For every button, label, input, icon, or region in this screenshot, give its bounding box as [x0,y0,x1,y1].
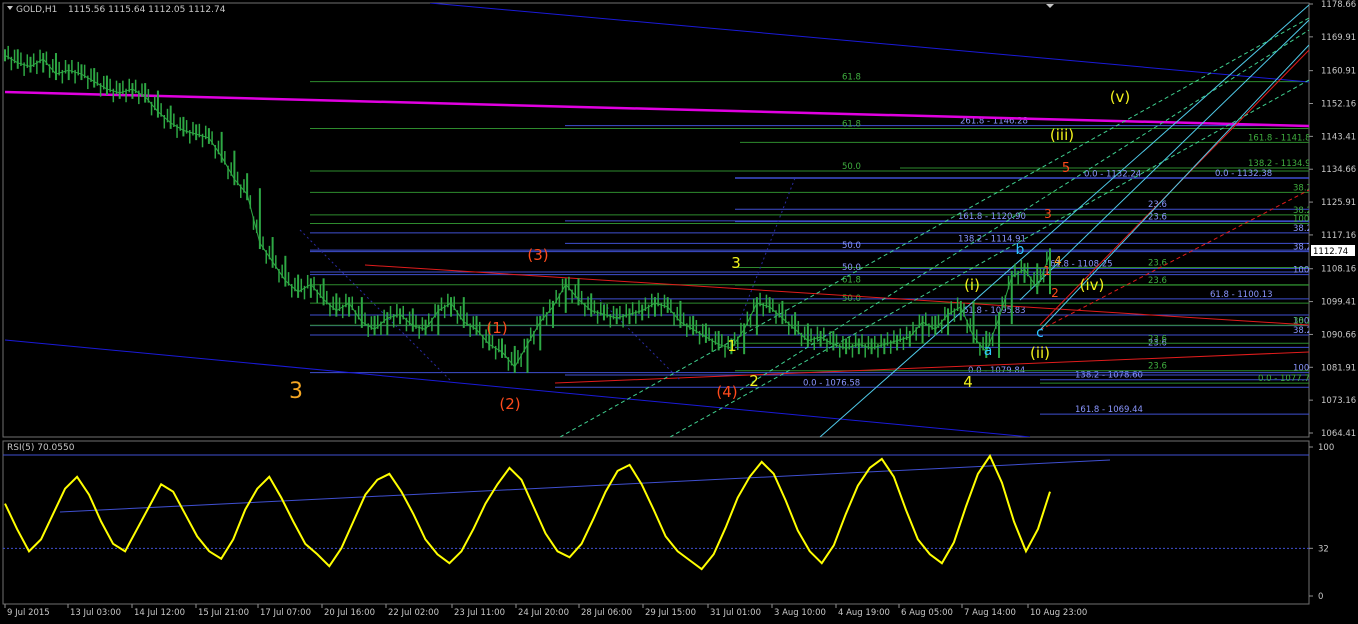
price-tick-label: 1152.16 [1321,100,1356,110]
wave-label: (1) [486,319,507,337]
fib-level-label: 0.0 - 1076.58 [803,378,860,388]
fib-level-label: 61.8 - 1100.13 [1210,290,1273,300]
price-tick-label: 1081.91 [1321,363,1356,373]
fib-level-label: 100.0 [1293,266,1317,276]
rsi-tick-label: 32 [1318,544,1329,554]
price-tick-label: 1125.91 [1321,198,1356,208]
wave-label: c [1036,325,1044,341]
price-tick-label: 1160.91 [1321,67,1356,77]
fib-level-label: 61.8 [842,276,861,286]
fib-level-label: 50.0 [842,241,861,251]
price-tick-label: 1169.91 [1321,33,1356,43]
fib-level-label: 138.2 - 1134.99 [1248,159,1316,169]
time-tick-label: 28 Jul 06:00 [581,608,632,618]
rsi-tick-label: 100 [1318,443,1334,453]
wave-label: (v) [1110,88,1131,106]
time-tick-label: 22 Jul 02:00 [388,608,439,618]
fib-level-label: 23.6 [1148,213,1167,223]
wave-label: (3) [527,246,548,264]
fib-level-label: 161.8 - 1141.82 [1248,133,1316,143]
wave-label: 3 [289,379,303,404]
current-price-value: 1112.74 [1313,247,1348,257]
symbol-label: GOLD,H1 [16,5,57,15]
price-tick-label: 1090.66 [1321,330,1356,340]
price-tick-label: 1134.66 [1321,165,1356,175]
wave-label: 1 [1043,264,1051,278]
wave-label: (4) [716,383,737,401]
time-tick-label: 23 Jul 11:00 [454,608,505,618]
wave-label: 2 [749,372,759,390]
wave-label: b [1016,242,1025,258]
price-tick-label: 1143.41 [1321,132,1356,142]
wave-label: 3 [731,254,741,272]
trading-chart: 261.8 - 1146.2861.8161.8 - 1141.8250.00.… [2,0,1356,618]
wave-label: (i) [964,276,980,294]
fib-level-label: 50.0 [842,263,861,273]
wave-label: (2) [499,395,520,413]
time-tick-label: 17 Jul 07:00 [260,608,311,618]
time-tick-label: 4 Aug 19:00 [838,608,890,618]
fib-level-label: 61.8 [842,120,861,130]
time-tick-label: 3 Aug 10:00 [774,608,826,618]
time-tick-label: 29 Jul 15:00 [645,608,696,618]
rsi-panel [2,440,1310,605]
time-tick-label: 13 Jul 03:00 [70,608,121,618]
fib-level-label: 23.6 [1148,334,1167,344]
time-tick-label: 9 Jul 2015 [7,608,50,618]
wave-label: 1 [727,337,737,355]
wave-label: (ii) [1030,344,1050,362]
fib-level-label: 100.0 [1293,364,1317,374]
fib-level-label: 50.0 [842,162,861,172]
price-tick-label: 1073.16 [1321,396,1356,406]
time-tick-label: 14 Jul 12:00 [134,608,185,618]
rsi-tick-label: 0 [1318,592,1323,602]
wave-label: 4 [1054,254,1062,268]
fib-level-label: 0.0 - 1077.70 [1258,374,1315,384]
price-tick-label: 1117.16 [1321,231,1356,241]
rsi-label: RSI(5) 70.0550 [7,443,75,453]
wave-label: (iii) [1050,126,1074,144]
price-axis: 1178.66 1169.91 1160.91 1152.16 1143.41 1134.… [1309,0,1356,439]
wave-label: 4 [963,373,973,391]
time-tick-label: 31 Jul 01:00 [710,608,761,618]
ohlc-label: 1115.56 1115.64 1112.05 1112.74 [68,5,226,15]
wave-label: a [984,343,993,359]
rsi-axis: 100 32 0 [1309,443,1334,602]
chart-header: GOLD,H1 1115.56 1115.64 1112.05 1112.74 [7,5,226,15]
fib-level-label: 23.6 [1148,258,1167,268]
price-tick-label: 1108.16 [1321,265,1356,275]
time-axis: 9 Jul 2015 13 Jul 03:00 14 Jul 12:00 15 Jul… [4,604,1087,618]
fib-level-label: 0.0 - 1132.38 [1215,169,1272,179]
wave-label: 3 [1044,207,1052,221]
fib-level-label: 61.8 - 1095.83 [963,306,1026,316]
fib-level-label: 23.6 [1148,362,1167,372]
time-tick-label: 15 Jul 21:00 [198,608,249,618]
time-tick-label: 7 Aug 14:00 [964,608,1016,618]
price-tick-label: 1099.41 [1321,298,1356,308]
time-tick-label: 20 Jul 16:00 [324,608,375,618]
time-tick-label: 24 Jul 20:00 [518,608,569,618]
time-tick-label: 10 Aug 23:00 [1030,608,1087,618]
time-tick-label: 6 Aug 05:00 [901,608,953,618]
wave-label: 2 [1051,286,1059,300]
wave-label: 5 [1062,161,1070,176]
fib-level-label: 61.8 [842,73,861,83]
fib-level-label: 161.8 - 1120.90 [958,212,1026,222]
price-tick-label: 1064.41 [1321,429,1356,439]
fib-level-label: 161.8 - 1069.44 [1075,405,1143,415]
price-tick-label: 1178.66 [1321,0,1356,10]
wave-label: (iv) [1080,276,1105,294]
